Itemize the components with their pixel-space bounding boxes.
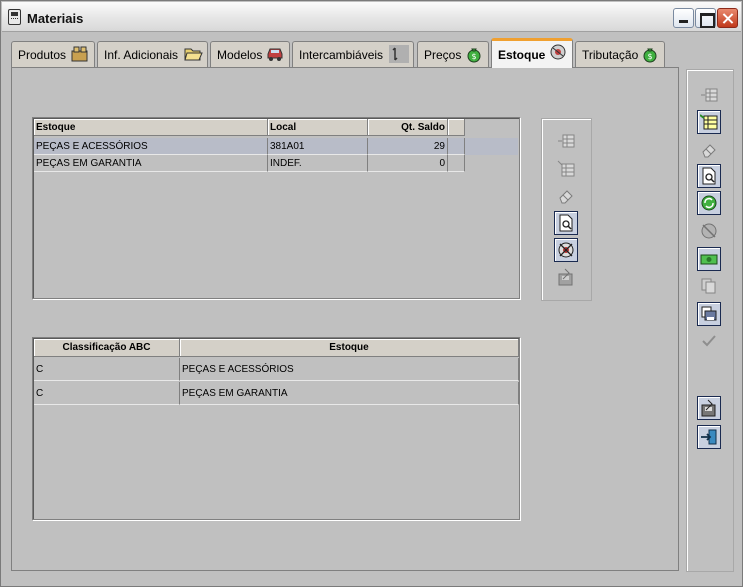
search-doc-icon[interactable] xyxy=(697,164,721,188)
title-bar[interactable]: Materiais xyxy=(2,2,741,32)
tab-tributacao[interactable]: Tributação $ xyxy=(575,41,665,67)
tab-label: Produtos xyxy=(18,47,67,62)
column-header-classificacao-abc[interactable]: Classificação ABC xyxy=(34,339,180,357)
tab-inf-adicionais[interactable]: Inf. Adicionais xyxy=(97,41,208,67)
tab-label: Inf. Adicionais xyxy=(104,47,179,62)
insert-row-icon[interactable] xyxy=(554,129,578,153)
svg-text:$: $ xyxy=(647,52,652,61)
save-icon[interactable] xyxy=(554,265,578,289)
cell-estoque[interactable]: PEÇAS E ACESSÓRIOS xyxy=(180,358,519,381)
table-row[interactable]: C PEÇAS EM GARANTIA xyxy=(34,382,519,405)
box-icon xyxy=(70,45,90,63)
stock-grid-header: Estoque Local Qt. Saldo xyxy=(34,119,465,136)
table-row[interactable]: C PEÇAS E ACESSÓRIOS xyxy=(34,358,519,381)
column-header-local[interactable]: Local xyxy=(268,119,368,136)
column-header-filler xyxy=(448,119,465,136)
cell-qt-saldo[interactable]: 0 xyxy=(368,155,448,172)
cell-qt-saldo[interactable]: 29 xyxy=(368,138,448,155)
tab-label: Tributação xyxy=(582,47,639,62)
cell-estoque[interactable]: PEÇAS EM GARANTIA xyxy=(180,382,519,405)
cell-estoque[interactable]: PEÇAS EM GARANTIA xyxy=(34,155,268,172)
search-doc-icon[interactable] xyxy=(554,211,578,235)
cell-classificacao[interactable]: C xyxy=(34,358,180,381)
tab-label: Modelos xyxy=(217,47,263,62)
window-title: Materiais xyxy=(27,11,84,26)
eraser-icon[interactable] xyxy=(554,184,578,208)
folder-open-icon xyxy=(183,45,203,63)
cell-classificacao[interactable]: C xyxy=(34,382,180,405)
abc-grid-header: Classificação ABC Estoque xyxy=(34,339,519,357)
column-header-qt-saldo[interactable]: Qt. Saldo xyxy=(368,119,448,136)
cell-filler xyxy=(448,138,465,155)
app-icon xyxy=(8,9,21,25)
new-record-icon[interactable] xyxy=(697,110,721,134)
table-row[interactable]: PEÇAS E ACESSÓRIOS 381A01 29 xyxy=(34,138,518,155)
cancel-refresh-icon[interactable] xyxy=(697,219,721,243)
print-icon[interactable] xyxy=(697,302,721,326)
stock-icon xyxy=(548,43,568,61)
materiais-window: Materiais Produtos Inf. Adicionais Model… xyxy=(0,0,743,587)
tab-produtos[interactable]: Produtos xyxy=(11,41,95,67)
eraser-icon[interactable] xyxy=(697,138,721,162)
column-header-estoque[interactable]: Estoque xyxy=(34,119,268,136)
exit-icon[interactable] xyxy=(697,425,721,449)
tab-precos[interactable]: Preços $ xyxy=(417,41,489,67)
cell-filler xyxy=(448,155,465,172)
tab-intercambiaveis[interactable]: Intercambiáveis xyxy=(292,41,414,67)
cancel-icon[interactable] xyxy=(554,238,578,262)
money-bag-icon: $ xyxy=(464,45,484,63)
cell-local[interactable]: 381A01 xyxy=(268,138,368,155)
tab-label: Preços xyxy=(424,47,462,62)
money-icon[interactable] xyxy=(697,247,721,271)
abc-grid[interactable]: Classificação ABC Estoque C PEÇAS E ACES… xyxy=(32,337,520,520)
tab-label: Intercambiáveis xyxy=(299,47,384,62)
tab-estoque[interactable]: Estoque xyxy=(491,38,573,68)
close-button[interactable] xyxy=(717,8,738,28)
refresh-icon[interactable] xyxy=(697,191,721,215)
save-icon[interactable] xyxy=(697,396,721,420)
svg-text:$: $ xyxy=(471,52,476,61)
tax-bag-icon: $ xyxy=(640,45,660,63)
tab-label: Estoque xyxy=(498,47,546,62)
cell-local[interactable]: INDEF. xyxy=(268,155,368,172)
add-record-icon[interactable] xyxy=(554,157,578,181)
stock-grid[interactable]: Estoque Local Qt. Saldo PEÇAS E ACESSÓRI… xyxy=(32,117,520,299)
column-header-estoque[interactable]: Estoque xyxy=(180,339,519,357)
insert-row-icon[interactable] xyxy=(697,83,721,107)
check-icon[interactable] xyxy=(697,329,721,353)
copy-icon[interactable] xyxy=(697,274,721,298)
maximize-button[interactable] xyxy=(695,8,716,28)
cell-estoque[interactable]: PEÇAS E ACESSÓRIOS xyxy=(34,138,268,155)
exchange-icon xyxy=(389,45,409,63)
car-icon xyxy=(265,45,285,63)
tab-modelos[interactable]: Modelos xyxy=(210,41,290,67)
table-row[interactable]: PEÇAS EM GARANTIA INDEF. 0 xyxy=(34,155,465,172)
minimize-button[interactable] xyxy=(673,8,694,28)
